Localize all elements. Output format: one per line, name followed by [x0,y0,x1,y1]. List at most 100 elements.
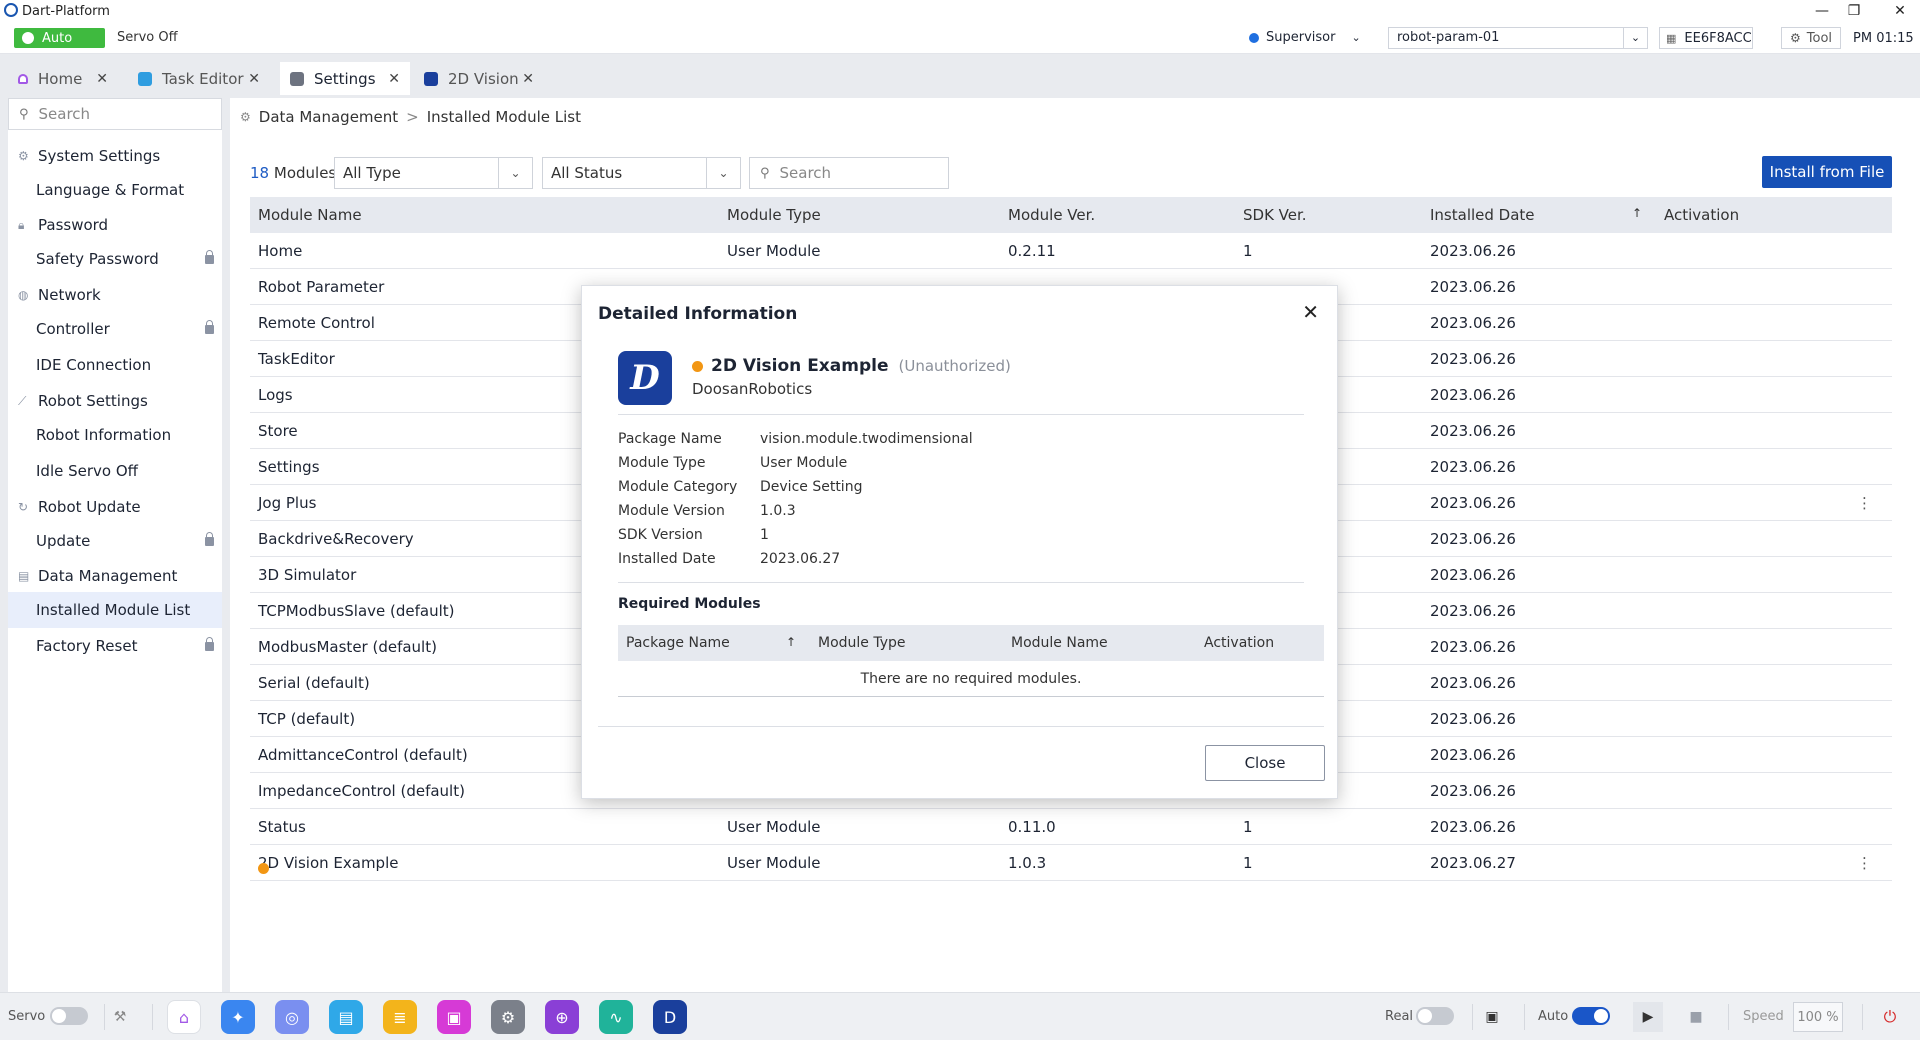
home-app-icon[interactable]: ⌂ [167,1000,201,1034]
logs-app-icon[interactable]: ≣ [383,1000,417,1034]
module-count: 18 Modules [250,164,336,182]
close-window-button[interactable]: ✕ [1880,0,1920,22]
sidebar-item-controller[interactable]: Controller [8,311,222,347]
sidebar: ⚲ Search ⚙ System Settings Language & For… [8,98,222,992]
status-filter-dropdown[interactable]: All Status ⌄ [542,157,741,189]
req-col-activation[interactable]: Activation [1204,635,1274,651]
install-from-file-button[interactable]: Install from File [1762,156,1892,188]
real-toggle[interactable] [1416,1007,1454,1025]
sidebar-item-update[interactable]: Update [8,523,222,559]
tab-home[interactable]: Home ✕ [8,62,118,95]
auto-mode-icon [22,32,34,44]
sidebar-item-robot-information[interactable]: Robot Information [8,417,222,453]
wrench-icon[interactable]: ⚒ [105,1002,135,1032]
sidebar-item-installed-module-list[interactable]: Installed Module List [8,592,222,628]
warning-icon [692,360,703,372]
settings-app-icon[interactable]: ⚙ [491,1000,525,1034]
close-icon[interactable]: ✕ [248,71,260,87]
play-icon[interactable]: ▶ [1633,1002,1663,1032]
user-role-selector[interactable]: Supervisor ⌄ [1249,30,1361,45]
more-options-icon[interactable]: ⋮ [1857,494,1872,512]
req-col-module-type[interactable]: Module Type [818,635,906,651]
module-count-label: Modules [273,164,337,182]
col-sdk-ver[interactable]: SDK Ver. [1243,206,1307,224]
sidebar-group-network[interactable]: ◍ Network [8,278,222,312]
globe-icon: ◍ [18,288,29,302]
tab-settings[interactable]: Settings ✕ [280,62,410,95]
power-icon[interactable]: ⏻ [1875,1002,1905,1032]
restore-button[interactable]: ❐ [1834,0,1874,22]
table-row[interactable]: Status User Module 0.11.0 1 2023.06.26 [250,809,1892,845]
sidebar-item-idle-servo-off[interactable]: Idle Servo Off [8,453,222,489]
close-icon[interactable]: ✕ [96,71,108,87]
sidebar-item-language-format[interactable]: Language & Format [8,172,222,208]
auto-label: Auto [1538,1009,1569,1024]
divider [1472,1004,1473,1030]
sidebar-group-robot-settings[interactable]: ⟋ Robot Settings [8,384,222,418]
more-options-icon[interactable]: ⋮ [1857,854,1872,872]
controller-serial[interactable]: ▦ EE6F8ACC [1659,27,1753,49]
col-module-ver[interactable]: Module Ver. [1008,206,1095,224]
col-installed-date[interactable]: Installed Date [1430,206,1535,224]
type-filter-dropdown[interactable]: All Type ⌄ [334,157,533,189]
table-row[interactable]: Home User Module 0.2.11 1 2023.06.26 [250,233,1892,269]
sidebar-item-safety-password[interactable]: Safety Password [8,241,222,277]
search-placeholder: Search [38,105,91,123]
sidebar-group-system-settings[interactable]: ⚙ System Settings [8,139,222,173]
mode-badge: Auto [14,28,105,48]
vision-app-icon[interactable]: D [653,1000,687,1034]
screen-icon[interactable]: ▣ [1477,1002,1507,1032]
close-icon[interactable]: ✕ [388,71,400,87]
jog-app-icon[interactable]: ✦ [221,1000,255,1034]
robot-param-value: robot-param-01 [1397,30,1500,45]
divider [152,1004,153,1030]
lock-icon [205,636,214,651]
tab-2d-vision[interactable]: 2D Vision ✕ [414,62,544,95]
stop-icon[interactable]: ■ [1681,1002,1711,1032]
sidebar-item-factory-reset[interactable]: Factory Reset [8,628,222,664]
close-icon[interactable]: ✕ [1302,300,1319,324]
cell-module-name: Store [258,422,298,440]
field-key: Module Version [618,503,725,519]
breadcrumb-separator: > [406,108,419,126]
sort-ascending-icon[interactable]: ↑ [1632,206,1642,220]
sidebar-group-password[interactable]: 🔒︎ Password [8,208,222,242]
auto-toggle[interactable] [1572,1007,1610,1025]
breadcrumb: ⚙ Data Management > Installed Module Lis… [240,108,581,126]
module-logo-icon: D [618,351,672,405]
robot-param-select[interactable]: robot-param-01 ⌄ [1388,27,1648,49]
store-app-icon[interactable]: ▣ [437,1000,471,1034]
sidebar-item-ide-connection[interactable]: IDE Connection [8,347,222,383]
target-app-icon[interactable]: ⊕ [545,1000,579,1034]
vision-icon [424,71,438,86]
col-module-type[interactable]: Module Type [727,206,821,224]
tab-task-editor[interactable]: Task Editor ✕ [128,62,270,95]
tab-label: Settings [314,69,376,88]
cell-module-ver: 0.2.11 [1008,242,1056,260]
sidebar-group-robot-update[interactable]: ↻ Robot Update [8,490,222,524]
servo-toggle[interactable] [50,1007,88,1025]
cell-module-name-wrap: 2D Vision Example [258,854,398,874]
close-icon[interactable]: ✕ [522,71,534,87]
close-button[interactable]: Close [1205,745,1325,781]
item-label: Controller [36,320,110,338]
req-col-package-name[interactable]: Package Name [626,635,730,651]
sidebar-search-input[interactable]: ⚲ Search [8,98,222,130]
field-key: Package Name [618,431,722,447]
col-module-name[interactable]: Module Name [258,206,362,224]
group-label: Password [38,216,109,234]
sort-ascending-icon[interactable]: ↑ [786,635,796,649]
chevron-down-icon: ⌄ [1623,28,1647,48]
tool-button[interactable]: ⚙ Tool [1781,27,1841,49]
speed-value[interactable]: 100 % [1793,1002,1843,1032]
table-row[interactable]: 2D Vision Example User Module 1.0.3 1 2023.0… [250,845,1892,881]
status-app-icon[interactable]: ∿ [599,1000,633,1034]
sidebar-group-data-management[interactable]: ▤ Data Management [8,559,222,593]
req-col-module-name[interactable]: Module Name [1011,635,1108,651]
breadcrumb-parent[interactable]: Data Management [259,108,398,126]
task-editor-app-icon[interactable]: ▤ [329,1000,363,1034]
module-search-input[interactable]: ⚲ Search [749,157,949,189]
remote-app-icon[interactable]: ◎ [275,1000,309,1034]
col-activation[interactable]: Activation [1664,206,1739,224]
module-title: 2D Vision Example (Unauthorized) [692,356,1011,376]
